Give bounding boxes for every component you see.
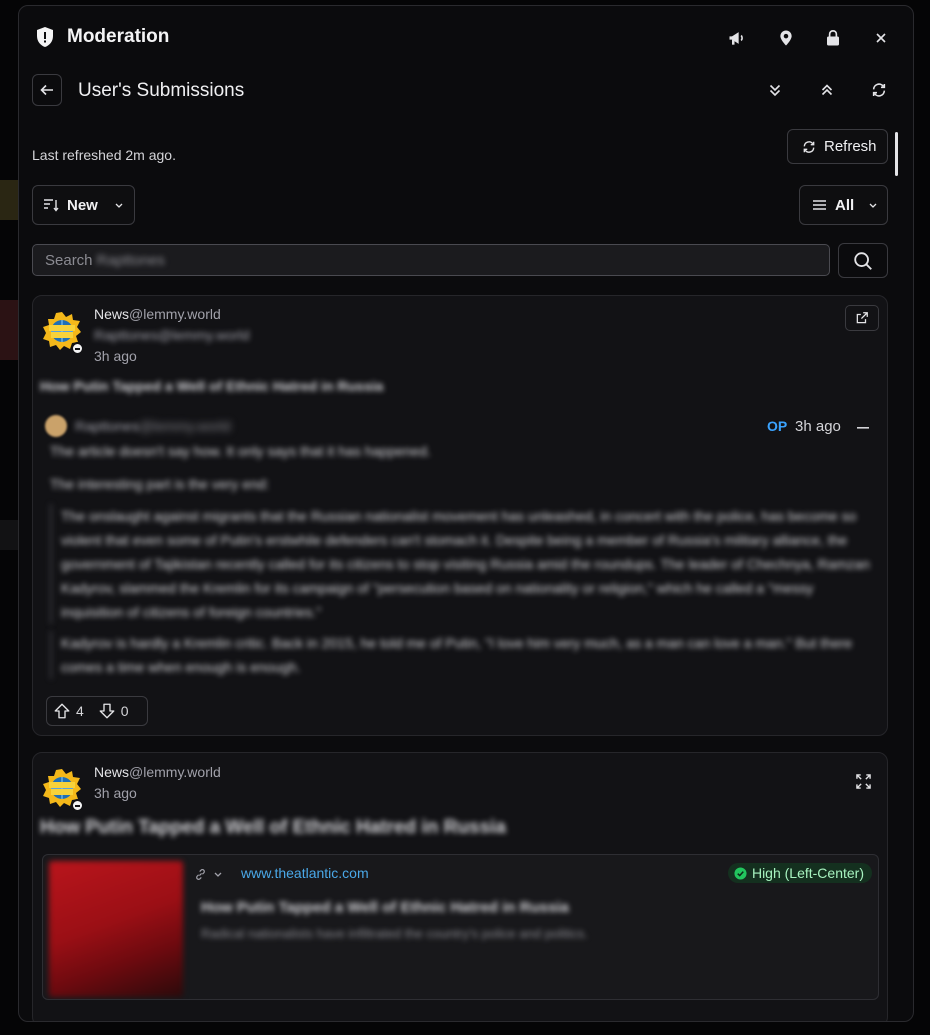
arrow-up-icon [54, 703, 70, 719]
lock-icon[interactable] [821, 26, 845, 50]
backdrop-fragment [0, 300, 18, 360]
collapse-comment-button[interactable] [855, 420, 871, 436]
link-description: Radical nationalists have infiltrated th… [201, 926, 588, 941]
link-menu-button[interactable] [191, 865, 225, 883]
back-button[interactable] [32, 74, 62, 106]
scroll-indicator[interactable] [895, 132, 898, 176]
upvote-button[interactable]: 4 [53, 702, 84, 720]
refresh-button-label: Refresh [824, 138, 877, 155]
sort-icon [44, 199, 59, 212]
panel-title: Moderation [67, 26, 170, 47]
chevron-down-icon [214, 872, 221, 877]
downvote-count: 0 [120, 703, 129, 719]
refresh-icon[interactable] [869, 80, 889, 100]
close-icon[interactable] [871, 28, 891, 48]
map-pin-icon[interactable] [774, 26, 798, 50]
community-avatar[interactable] [42, 311, 84, 355]
backdrop-fragment [0, 180, 18, 220]
link-preview-card[interactable]: www.theatlantic.com High (Left-Center) H… [42, 854, 879, 1000]
comment-quote: The onslaught against migrants that the … [50, 504, 870, 624]
megaphone-icon[interactable] [725, 26, 749, 50]
search-input[interactable]: Search Rapttones [32, 244, 830, 276]
op-badge: OP [767, 418, 788, 434]
commenter-name[interactable]: Rapttones@lemmy.world [75, 418, 231, 434]
refresh-icon [803, 140, 815, 153]
chevrons-up-icon[interactable] [817, 80, 837, 100]
refresh-button[interactable]: Refresh [787, 129, 888, 164]
comment-time: 3h ago [795, 418, 841, 435]
list-icon [813, 200, 826, 210]
expand-icon [855, 773, 871, 789]
community-name[interactable]: News@lemmy.world [94, 764, 221, 780]
community-name[interactable]: News@lemmy.world [94, 306, 221, 322]
sort-label: New [67, 196, 98, 214]
post-title[interactable]: How Putin Tapped a Well of Ethnic Hatred… [40, 378, 383, 394]
comment-card: News@lemmy.world Rapttones@lemmy.world 3… [32, 295, 888, 736]
comment-paragraph: The interesting part is the very end: [50, 476, 270, 492]
shield-icon [32, 24, 58, 50]
expand-button[interactable] [853, 771, 873, 791]
post-time: 3h ago [94, 785, 137, 801]
comment-paragraph: The article doesn't say how. It only say… [50, 443, 431, 459]
search-redacted-user: Rapttones [96, 251, 165, 269]
search-button[interactable] [838, 243, 888, 278]
panel-header: Moderation [19, 6, 913, 66]
chevron-down-icon [869, 203, 877, 208]
submissions-title: User's Submissions [78, 80, 245, 101]
link-domain[interactable]: www.theatlantic.com [241, 865, 369, 881]
minus-icon [857, 427, 869, 429]
backdrop-fragment [0, 520, 18, 550]
search-placeholder: Search [45, 251, 93, 269]
chevrons-down-icon[interactable] [765, 80, 785, 100]
author-name-redacted[interactable]: Rapttones@lemmy.world [94, 327, 250, 343]
bias-label: High (Left-Center) [751, 865, 864, 881]
vote-controls: 4 0 [46, 696, 148, 726]
bias-badge: High (Left-Center) [727, 863, 872, 883]
link-icon [195, 868, 205, 880]
link-thumbnail [49, 861, 183, 997]
check-circle-icon [734, 866, 747, 880]
arrow-down-icon [99, 703, 115, 719]
post-title[interactable]: How Putin Tapped a Well of Ethnic Hatred… [40, 817, 506, 839]
external-link-icon [856, 312, 868, 324]
commenter-avatar[interactable] [45, 415, 67, 437]
chevron-down-icon [115, 203, 123, 208]
link-title: How Putin Tapped a Well of Ethnic Hatred… [201, 899, 569, 916]
moderation-panel: Moderation User's Submissions Last refre… [18, 5, 914, 1022]
upvote-count: 4 [76, 703, 84, 719]
post-card: News@lemmy.world 3h ago How Putin Tapped… [32, 752, 888, 1021]
open-external-button[interactable] [845, 305, 879, 331]
type-filter-label: All [835, 196, 855, 214]
mod-badge [71, 342, 84, 355]
post-time: 3h ago [94, 348, 137, 364]
sort-dropdown[interactable]: New [32, 185, 135, 225]
last-refreshed-text: Last refreshed 2m ago. [32, 147, 176, 163]
community-avatar[interactable] [42, 768, 84, 812]
search-icon [854, 251, 872, 270]
type-filter-dropdown[interactable]: All [799, 185, 888, 225]
back-arrow-icon [40, 84, 53, 96]
downvote-button[interactable]: 0 [98, 702, 129, 720]
mod-badge [71, 799, 84, 812]
comment-quote: Kadyrov is hardly a Kremlin critic. Back… [50, 631, 870, 679]
